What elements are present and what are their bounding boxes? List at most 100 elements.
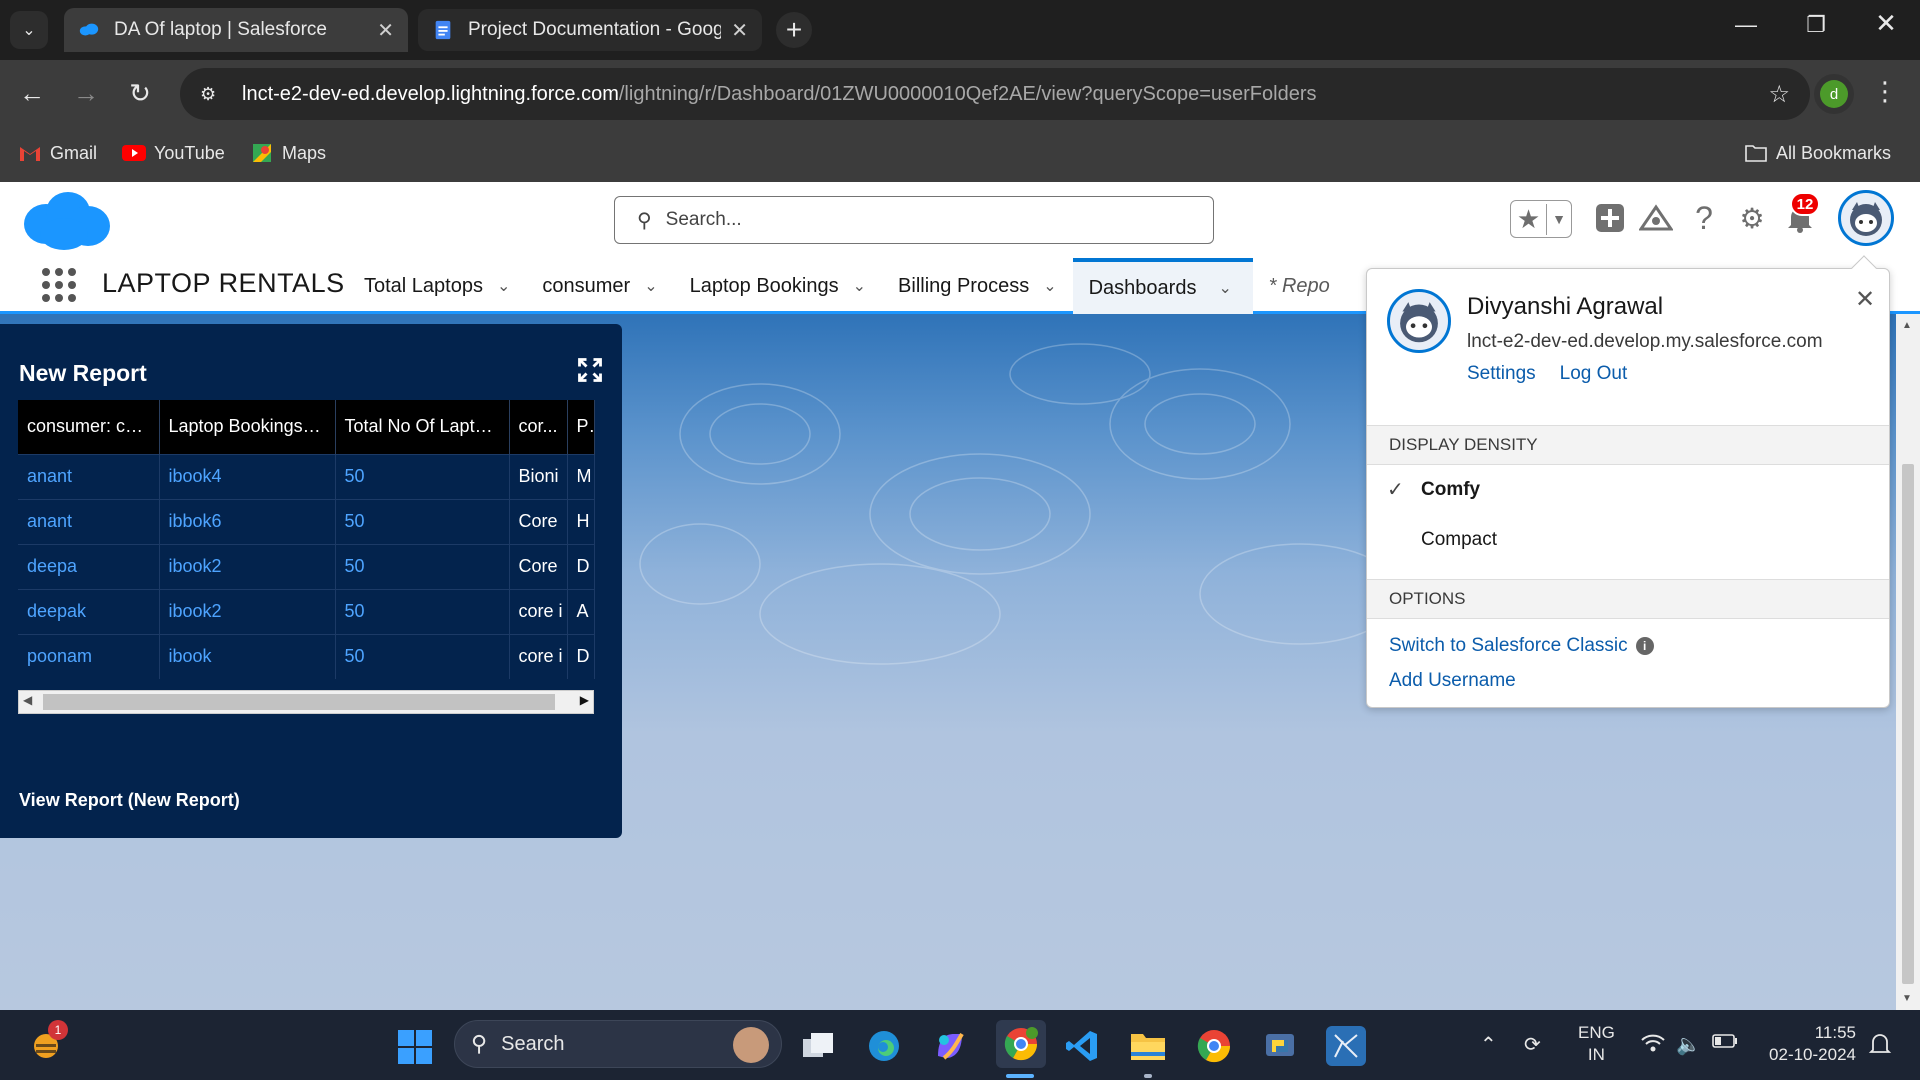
close-icon[interactable]: ✕ [377, 18, 394, 43]
bookmark-youtube[interactable]: YouTube [122, 142, 225, 164]
bookmark-gmail[interactable]: Gmail [18, 142, 97, 164]
chevron-down-icon[interactable]: ⌄ [497, 276, 510, 296]
nav-tab-total-laptops[interactable]: Total Laptops ⌄ [348, 258, 526, 314]
trailhead-button[interactable] [1636, 198, 1676, 238]
setup-button[interactable]: ⚙ [1732, 198, 1772, 238]
info-icon[interactable]: i [1635, 637, 1654, 655]
edge-icon[interactable] [864, 1026, 904, 1066]
nav-tab-dashboards[interactable]: Dashboards ⌄ [1072, 258, 1253, 314]
scroll-down-icon[interactable]: ▼ [1902, 993, 1912, 1004]
table-cell-link[interactable]: deepa [18, 543, 160, 589]
close-icon[interactable]: ✕ [1855, 285, 1875, 314]
start-button[interactable] [398, 1030, 432, 1064]
bookmark-star-icon[interactable]: ☆ [1768, 80, 1790, 109]
chevron-down-icon[interactable]: ⌄ [644, 276, 657, 296]
chevron-down-icon[interactable]: ▼ [1547, 211, 1571, 227]
wifi-icon[interactable] [1640, 1032, 1666, 1060]
reload-button[interactable]: ↻ [122, 78, 158, 109]
horizontal-scrollbar[interactable]: ◀ ▶ [18, 690, 594, 714]
table-cell-link[interactable]: anant [18, 453, 160, 499]
view-report-link[interactable]: View Report (New Report) [19, 790, 240, 811]
global-actions-button[interactable] [1590, 198, 1630, 238]
scroll-right-icon[interactable]: ▶ [580, 693, 589, 707]
chevron-down-icon[interactable]: ⌄ [853, 276, 866, 296]
more-menu-icon[interactable]: ⋮ [1872, 76, 1898, 107]
nav-tab-laptop-bookings[interactable]: Laptop Bookings ⌄ [674, 258, 882, 314]
table-cell-link[interactable]: 50 [335, 453, 510, 499]
clock[interactable]: 11:55 02-10-2024 [1760, 1022, 1856, 1066]
table-cell-link[interactable]: 50 [335, 498, 510, 544]
nav-tab-consumer[interactable]: consumer ⌄ [526, 258, 673, 314]
browser-profile-button[interactable]: d [1814, 74, 1854, 114]
chrome-taskbar-icon[interactable] [996, 1020, 1046, 1068]
chevron-down-icon[interactable]: ⌄ [1218, 278, 1231, 298]
nav-tab-report[interactable]: * Repo [1253, 258, 1346, 314]
table-cell-link[interactable]: poonam [18, 633, 160, 679]
browser-tab-google-docs[interactable]: Project Documentation - Googl ✕ [418, 9, 762, 51]
copilot-icon[interactable] [930, 1026, 970, 1066]
new-tab-button[interactable]: + [776, 12, 812, 48]
scroll-left-icon[interactable]: ◀ [23, 693, 32, 707]
scroll-up-icon[interactable]: ▲ [1902, 320, 1912, 331]
user-avatar-button[interactable] [1838, 190, 1894, 246]
taskbar-search-box[interactable]: ⚲ Search [454, 1020, 782, 1068]
task-view-icon[interactable] [798, 1026, 838, 1066]
remote-desktop-icon[interactable] [1326, 1026, 1366, 1066]
file-explorer-icon[interactable] [1128, 1026, 1168, 1066]
favorites-button[interactable]: ★ ▼ [1510, 200, 1572, 238]
address-bar[interactable]: ⚙ lnct-e2-dev-ed.develop.lightning.force… [180, 68, 1810, 120]
bookmark-maps[interactable]: Maps [250, 142, 326, 164]
table-cell-link[interactable]: anant [18, 498, 160, 544]
density-option-comfy[interactable]: Comfy [1421, 479, 1480, 501]
table-cell-link[interactable]: deepak [18, 588, 160, 634]
logout-link[interactable]: Log Out [1560, 363, 1628, 385]
global-search-input[interactable]: ⚲ Search... [614, 196, 1214, 244]
close-icon[interactable]: ✕ [731, 18, 748, 43]
tab-search-button[interactable]: ⌄ [10, 11, 48, 49]
back-button[interactable]: ← [14, 78, 50, 109]
sync-icon[interactable]: ⟳ [1524, 1032, 1541, 1057]
expand-icon[interactable] [576, 356, 604, 384]
switch-to-classic-link[interactable]: Switch to Salesforce Classic i [1389, 635, 1654, 657]
star-icon[interactable]: ★ [1511, 203, 1547, 235]
salesforce-logo[interactable] [20, 188, 112, 252]
app-launcher-button[interactable] [42, 268, 76, 302]
site-info-icon[interactable]: ⚙ [200, 84, 224, 105]
nav-tab-billing-process[interactable]: Billing Process ⌄ [882, 258, 1073, 314]
table-cell-link[interactable]: ibook2 [159, 543, 336, 589]
help-button[interactable]: ? [1684, 198, 1724, 238]
vertical-scrollbar[interactable]: ▲ ▼ [1896, 314, 1920, 1010]
column-header[interactable]: cor... [509, 400, 568, 454]
table-cell-link[interactable]: ibook4 [159, 453, 336, 499]
show-hidden-icons-chevron-up-icon[interactable]: ⌃ [1480, 1032, 1497, 1057]
scrollbar-thumb[interactable] [43, 694, 555, 710]
all-bookmarks-button[interactable]: All Bookmarks [1744, 142, 1891, 164]
forward-button[interactable]: → [68, 78, 104, 109]
python-icon[interactable] [1260, 1026, 1300, 1066]
vscode-icon[interactable] [1062, 1026, 1102, 1066]
volume-icon[interactable]: 🔈 [1676, 1032, 1701, 1057]
chrome-icon[interactable] [1194, 1026, 1234, 1066]
column-header[interactable]: Total No Of Lapto... [335, 400, 510, 454]
scrollbar-thumb[interactable] [1902, 464, 1914, 984]
minimize-button[interactable]: — [1726, 12, 1766, 38]
notification-center-icon[interactable] [1868, 1032, 1892, 1062]
add-username-link[interactable]: Add Username [1389, 670, 1516, 692]
language-indicator[interactable]: ENG IN [1578, 1022, 1615, 1066]
column-header[interactable]: Pi [567, 400, 595, 454]
chevron-down-icon[interactable]: ⌄ [1043, 276, 1056, 296]
column-header[interactable]: Laptop Bookings: ... [159, 400, 336, 454]
table-cell-link[interactable]: 50 [335, 588, 510, 634]
close-window-button[interactable]: ✕ [1866, 8, 1906, 39]
settings-link[interactable]: Settings [1467, 363, 1536, 385]
browser-tab-salesforce[interactable]: DA Of laptop | Salesforce ✕ [64, 8, 408, 52]
table-cell-link[interactable]: ibook2 [159, 588, 336, 634]
table-cell-link[interactable]: 50 [335, 633, 510, 679]
column-header[interactable]: consumer: co... [18, 400, 160, 454]
table-cell-link[interactable]: ibbok6 [159, 498, 336, 544]
restore-button[interactable]: ❐ [1796, 12, 1836, 38]
table-cell-link[interactable]: 50 [335, 543, 510, 589]
table-cell-link[interactable]: ibook [159, 633, 336, 679]
density-option-compact[interactable]: Compact [1421, 529, 1497, 551]
battery-icon[interactable] [1712, 1032, 1738, 1055]
